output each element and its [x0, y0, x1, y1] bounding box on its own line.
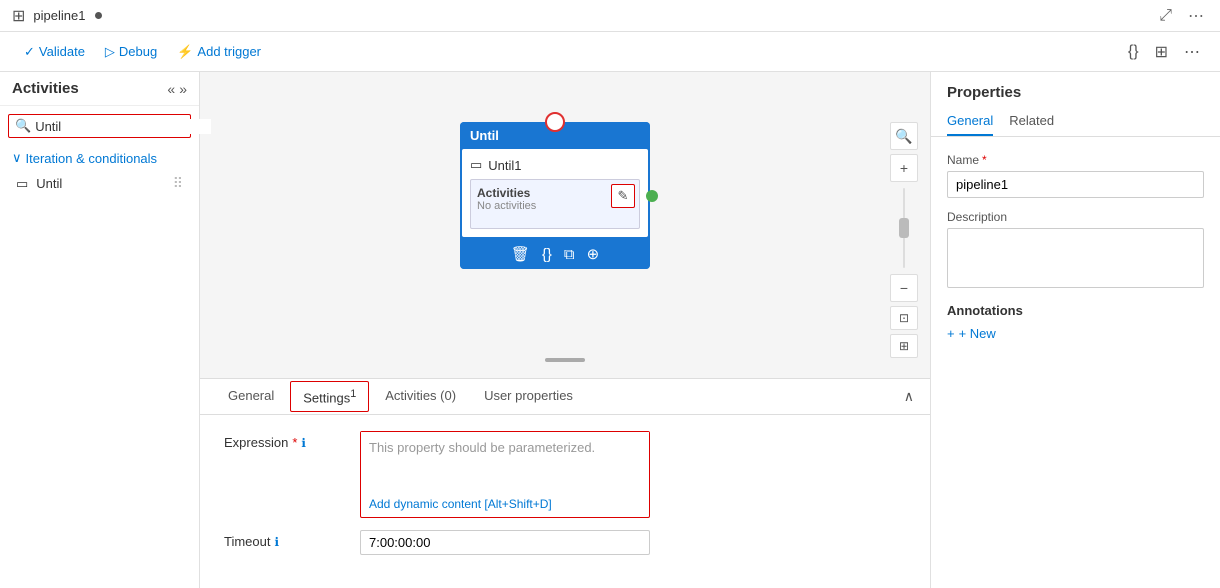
until-node: Until ▭ Until1 Activities No activities … — [460, 122, 650, 269]
search-canvas-button[interactable]: 🔍 — [890, 122, 918, 150]
tab-activities[interactable]: Activities (0) — [373, 382, 468, 411]
properties-panel: Properties General Related Name * Descri… — [930, 72, 1220, 588]
until-activities-container: Activities No activities ✎ — [470, 179, 640, 229]
properties-tabs: General Related — [931, 107, 1220, 137]
name-field-label: Name * — [947, 153, 1204, 167]
edit-icon: ✎ — [618, 188, 629, 204]
name-input[interactable] — [947, 171, 1204, 198]
expression-box: This property should be parameterized. A… — [360, 431, 650, 518]
until-code-button[interactable]: {} — [542, 246, 552, 263]
until-icon: ▭ — [16, 176, 28, 192]
zoom-track — [903, 188, 905, 268]
expand-button[interactable]: ⤢ — [1155, 5, 1176, 27]
no-activities-label: No activities — [477, 200, 633, 212]
center-area: Until ▭ Until1 Activities No activities … — [200, 72, 930, 588]
sidebar-title: Activities — [12, 80, 79, 97]
fit-view-button[interactable]: ⊡ — [890, 306, 918, 330]
expression-row: Expression * ℹ This property should be p… — [224, 431, 906, 518]
unsaved-dot — [95, 12, 102, 19]
toolbar-more-button[interactable]: ⋯ — [1180, 38, 1204, 66]
new-annotation-button[interactable]: + + New — [947, 326, 996, 341]
pipeline-title: pipeline1 — [33, 8, 85, 23]
zoom-thumb[interactable] — [899, 218, 909, 238]
validate-icon: ✓ — [24, 44, 35, 60]
add-dynamic-content-link[interactable]: Add dynamic content [Alt+Shift+D] — [361, 495, 649, 517]
add-trigger-button[interactable]: ⚡ Add trigger — [169, 40, 269, 64]
search-icon: 🔍 — [15, 118, 31, 134]
annotations-section-label: Annotations — [947, 303, 1204, 318]
expression-label: Expression * ℹ — [224, 431, 344, 450]
main-layout: Activities « » 🔍 ∨ Iteration & condition… — [0, 72, 1220, 588]
timeout-input[interactable] — [360, 530, 650, 555]
sidebar-header: Activities « » — [0, 72, 199, 106]
code-view-button[interactable]: {} — [1124, 39, 1143, 65]
props-tab-related[interactable]: Related — [1009, 107, 1054, 136]
expression-textarea[interactable]: This property should be parameterized. — [361, 432, 649, 492]
description-field-label: Description — [947, 210, 1204, 224]
toolbar: ✓ Validate ▷ Debug ⚡ Add trigger {} ⊞ ⋯ — [0, 32, 1220, 72]
collapse-panel-button[interactable]: ∧ — [904, 388, 914, 405]
category-iteration[interactable]: ∨ Iteration & conditionals — [0, 146, 199, 170]
until-box: Until ▭ Until1 Activities No activities … — [460, 122, 650, 269]
node-connector-right — [646, 190, 658, 202]
until-copy-button[interactable]: ⧉ — [564, 246, 575, 263]
validate-button[interactable]: ✓ Validate — [16, 40, 93, 64]
debug-button[interactable]: ▷ Debug — [97, 40, 165, 64]
canvas[interactable]: Until ▭ Until1 Activities No activities … — [200, 72, 930, 378]
until-delete-button[interactable]: 🗑 — [511, 245, 530, 263]
pipeline-icon: ⊞ — [12, 6, 25, 26]
until-footer: 🗑 {} ⧉ ⊕ — [460, 239, 650, 269]
activities-label: Activities — [477, 186, 633, 200]
timeout-info-icon: ℹ — [274, 535, 279, 549]
properties-title: Properties — [931, 72, 1220, 107]
until-body-title: ▭ Until1 — [470, 157, 640, 173]
until-body: ▭ Until1 Activities No activities ✎ — [462, 149, 648, 237]
until-start-circle — [545, 112, 565, 132]
until-body-icon: ▭ — [470, 157, 482, 173]
zoom-in-button[interactable]: + — [890, 154, 918, 182]
expression-required: * — [292, 435, 297, 450]
plus-icon: + — [947, 326, 955, 341]
tab-settings[interactable]: Settings1 — [290, 381, 369, 412]
description-textarea[interactable] — [947, 228, 1204, 288]
search-input[interactable] — [35, 119, 211, 134]
activities-sidebar: Activities « » 🔍 ∨ Iteration & condition… — [0, 72, 200, 588]
grid-view-button[interactable]: ⊞ — [1151, 38, 1172, 66]
zoom-out-button[interactable]: − — [890, 274, 918, 302]
activity-until[interactable]: ▭ Until ⠿ — [0, 170, 199, 197]
chevron-down-icon: ∨ — [12, 150, 22, 166]
canvas-controls: 🔍 + − ⊡ ⊞ — [890, 122, 918, 358]
until-edit-button[interactable]: ✎ — [611, 184, 635, 208]
properties-content: Name * Description Annotations + + New — [931, 137, 1220, 588]
trigger-icon: ⚡ — [177, 44, 193, 60]
bottom-content: Expression * ℹ This property should be p… — [200, 415, 930, 583]
bottom-panel: General Settings1 Activities (0) User pr… — [200, 378, 930, 588]
sidebar-collapse-button[interactable]: « — [167, 81, 175, 97]
until-connect-button[interactable]: ⊕ — [587, 245, 600, 263]
props-tab-general[interactable]: General — [947, 107, 993, 136]
tab-user-properties[interactable]: User properties — [472, 382, 585, 411]
debug-icon: ▷ — [105, 44, 115, 60]
scroll-indicator — [545, 358, 585, 362]
sidebar-expand-button[interactable]: » — [179, 81, 187, 97]
timeout-row: Timeout ℹ — [224, 530, 906, 555]
topbar-more-button[interactable]: ⋯ — [1184, 4, 1208, 28]
expression-info-icon: ℹ — [301, 436, 306, 450]
timeout-label: Timeout ℹ — [224, 530, 344, 549]
bottom-tabs: General Settings1 Activities (0) User pr… — [200, 379, 930, 415]
minimap-button[interactable]: ⊞ — [890, 334, 918, 358]
tab-general[interactable]: General — [216, 382, 286, 411]
drag-handle[interactable]: ⠿ — [173, 175, 183, 192]
search-box: 🔍 — [8, 114, 191, 138]
top-bar: ⊞ pipeline1 ⤢ ⋯ — [0, 0, 1220, 32]
